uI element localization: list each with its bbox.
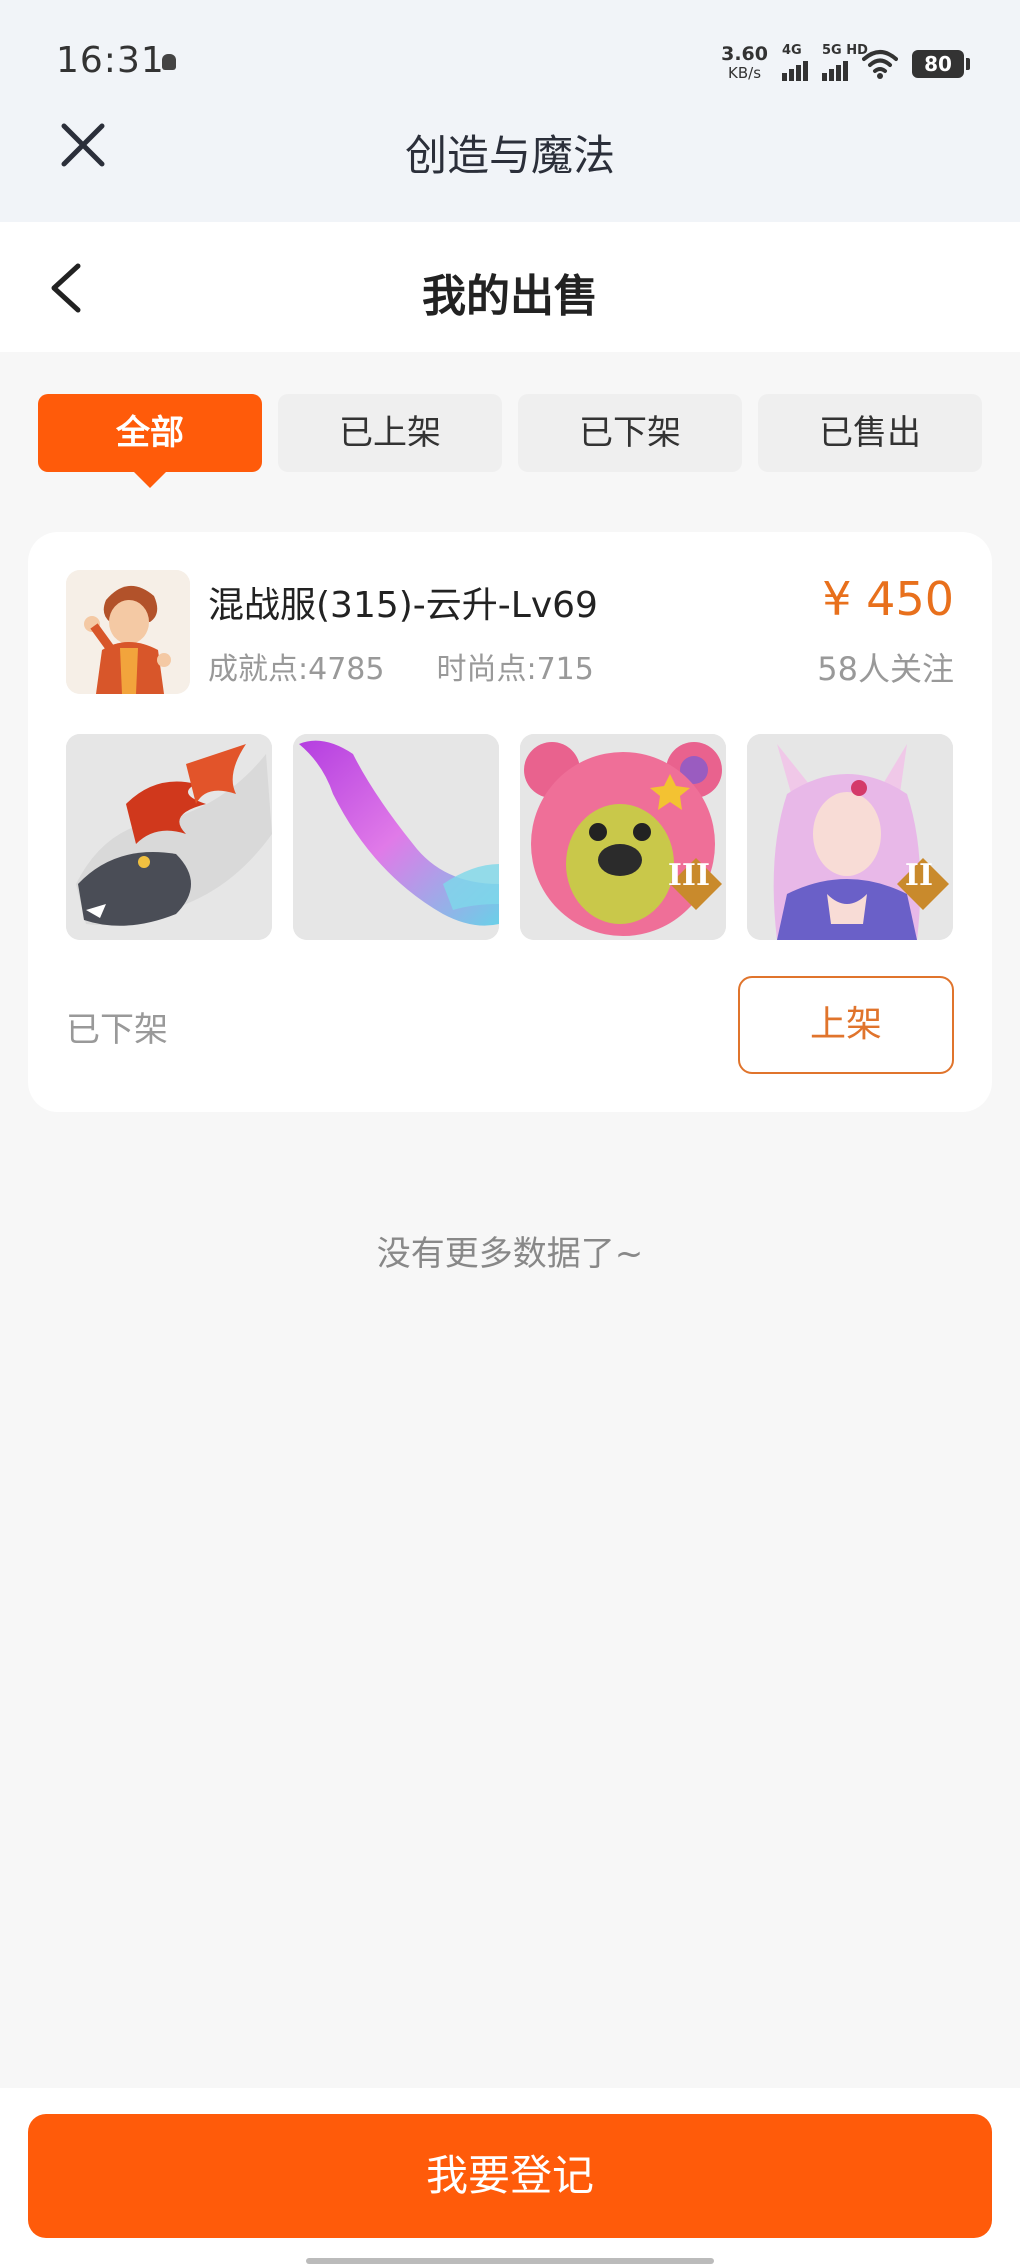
- bottom-bar: 我要登记: [0, 2088, 1020, 2267]
- tab-listed[interactable]: 已上架: [278, 394, 502, 472]
- follower-count: 58人关注: [817, 650, 954, 688]
- signal-4g-icon: 4G: [782, 43, 808, 81]
- tab-sold[interactable]: 已售出: [758, 394, 982, 472]
- status-icons: 3.60 KB/s 4G 5G HD 80: [721, 43, 970, 84]
- top-bar: 16:31 3.60 KB/s 4G 5G HD 80 创造与魔法: [0, 0, 1020, 222]
- signal-5g-icon: 5G HD: [822, 43, 868, 81]
- battery-icon: 80: [912, 50, 970, 78]
- filter-tabs: 全部 已上架 已下架 已售出: [38, 394, 982, 488]
- app-title: 创造与魔法: [404, 131, 615, 180]
- no-more-data-text: 没有更多数据了~: [376, 1234, 644, 1274]
- listing-card[interactable]: 混战服(315)-云升-Lv69 成就点:4785 时尚点:715 ¥ 450 5…: [28, 532, 992, 1112]
- character-avatar: [66, 570, 190, 694]
- tab-delisted[interactable]: 已下架: [518, 394, 742, 472]
- home-indicator[interactable]: [306, 2258, 714, 2264]
- dragon-mount-image[interactable]: [66, 734, 272, 940]
- achievement-points: 成就点:4785: [208, 652, 385, 687]
- listing-price: ¥ 450: [822, 572, 954, 626]
- list-for-sale-button[interactable]: 上架: [738, 976, 954, 1074]
- tab-all[interactable]: 全部: [38, 394, 262, 488]
- network-speed: 3.60 KB/s: [721, 43, 768, 83]
- register-button[interactable]: 我要登记: [28, 2114, 992, 2238]
- notification-icon: [162, 54, 176, 70]
- listing-title: 混战服(315)-云升-Lv69: [208, 585, 598, 626]
- listing-status: 已下架: [66, 1010, 168, 1050]
- status-time: 16:31: [56, 40, 165, 81]
- fish-wing-image[interactable]: [293, 734, 499, 940]
- pink-bear-image[interactable]: III: [520, 734, 726, 940]
- page-title: 我的出售: [422, 271, 598, 322]
- page-header: 我的出售: [0, 222, 1020, 352]
- fox-girl-image[interactable]: II: [747, 734, 953, 940]
- item-thumbnails: III II: [66, 734, 954, 940]
- listing-stats: 成就点:4785 时尚点:715: [208, 644, 594, 688]
- fashion-points: 时尚点:715: [436, 652, 594, 687]
